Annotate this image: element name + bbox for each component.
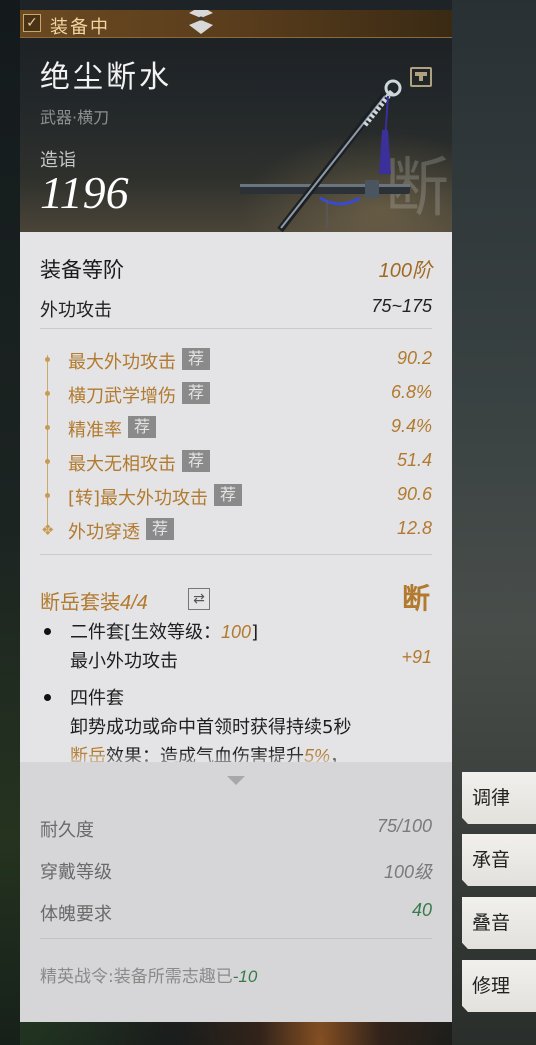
stat-value: 9.4% — [390, 416, 432, 436]
emblem-icon — [186, 10, 216, 36]
bullet-icon — [45, 391, 50, 396]
two-piece-prefix: 二件套[生效等级： — [70, 622, 222, 643]
repair-button[interactable]: 修理 — [462, 960, 536, 1012]
stat-value: 51.4 — [396, 450, 432, 470]
bullet-icon — [45, 357, 50, 362]
diamond-icon: ❖ — [41, 521, 55, 539]
set-count: 4/4 — [120, 592, 148, 614]
bullet-icon — [45, 493, 50, 498]
stat-row: 精准率荐 9.4% — [40, 416, 432, 442]
durability-label: 耐久度 — [40, 820, 94, 841]
constitution-label: 体魄要求 — [40, 904, 112, 925]
base-attack-value: 75~175 — [371, 296, 432, 316]
wear-level-value: 100级 — [383, 862, 432, 882]
recommend-tag: 荐 — [146, 518, 175, 540]
item-type: 武器·横刀 — [40, 108, 110, 127]
elite-order-note: 精英战令:装备所需志趣已-10 — [40, 962, 257, 987]
stat-label: 最大外功攻击 — [68, 352, 176, 373]
stat-value: 90.2 — [396, 348, 432, 368]
weapon-image: 断 — [240, 79, 449, 232]
two-piece-suffix: ] — [251, 622, 259, 643]
two-piece-value: +91 — [401, 647, 432, 667]
stat-row: 最大无相攻击荐 51.4 — [40, 450, 432, 476]
tune-button[interactable]: 调律 — [462, 772, 536, 824]
recommend-tag: 荐 — [182, 382, 211, 404]
constitution-value: 40 — [411, 900, 432, 920]
recommend-tag: 荐 — [128, 416, 157, 438]
stat-row: ❖ 外功穿透荐 12.8 — [40, 518, 432, 544]
two-piece-level: 100 — [221, 622, 252, 642]
item-tooltip-panel: ✓ 装备中 绝尘断水 武器·横刀 造诣 1196 断 装备等阶 100阶 外功攻… — [20, 10, 452, 1022]
wear-level-row: 穿戴等级 100级 — [40, 858, 432, 883]
bullet-icon — [44, 628, 51, 635]
durability-row: 耐久度 75/100 — [40, 816, 432, 841]
stack-sound-button[interactable]: 叠音 — [462, 897, 536, 949]
equipped-label: 装备中 — [50, 17, 110, 38]
base-attack-row: 外功攻击 75~175 — [40, 296, 432, 321]
stat-row: 最大外功攻击荐 90.2 — [40, 348, 432, 374]
grade-row: 装备等阶 100阶 — [40, 254, 432, 282]
stat-row: [转]最大外功攻击荐 90.6 — [40, 484, 432, 510]
swap-icon[interactable]: ⇄ — [188, 588, 210, 610]
base-attack-label: 外功攻击 — [40, 300, 112, 321]
four-piece-line1: 卸势成功或命中首领时获得持续5秒 — [70, 717, 352, 738]
elite-order-text: 精英战令:装备所需志趣已 — [40, 967, 233, 987]
recommend-tag: 荐 — [214, 484, 243, 506]
divider — [40, 938, 432, 939]
divider — [40, 328, 432, 329]
inherit-sound-button[interactable]: 承音 — [462, 834, 536, 886]
divider — [40, 554, 432, 555]
recommend-tag: 荐 — [182, 348, 211, 370]
two-piece-title: 二件套[生效等级：100] — [70, 618, 258, 644]
bullet-icon — [44, 694, 51, 701]
stat-value: 12.8 — [396, 518, 432, 538]
stat-label: 精准率 — [68, 420, 122, 441]
item-name: 绝尘断水 — [40, 60, 172, 95]
item-header: ✓ 装备中 绝尘断水 武器·横刀 造诣 1196 断 — [20, 10, 452, 232]
stat-value: 90.6 — [396, 484, 432, 504]
scroll-down-icon[interactable] — [227, 776, 245, 785]
bullet-icon — [45, 425, 50, 430]
durability-value: 75/100 — [376, 816, 432, 836]
set-name: 断岳套装 — [40, 590, 120, 614]
wear-level-label: 穿戴等级 — [40, 862, 112, 883]
four-piece-title: 四件套 — [70, 688, 124, 709]
stat-label: 横刀武学增伤 — [68, 386, 176, 407]
background-right — [452, 0, 536, 1045]
equipped-bar: ✓ 装备中 — [20, 10, 452, 38]
elite-order-value: -10 — [232, 967, 258, 986]
grade-label: 装备等阶 — [40, 258, 124, 282]
stat-label: [转]最大外功攻击 — [68, 488, 209, 509]
stat-label: 最大无相攻击 — [68, 454, 176, 475]
constitution-row: 体魄要求 40 — [40, 900, 432, 925]
stat-value: 6.8% — [390, 382, 432, 402]
two-piece-stat: 最小外功攻击 — [70, 651, 178, 672]
recommend-tag: 荐 — [182, 450, 211, 472]
stat-label: 外功穿透 — [68, 522, 140, 543]
svg-text:断: 断 — [402, 582, 430, 614]
background-left — [0, 0, 20, 1045]
set-title: 断岳套装4/4 — [40, 586, 148, 615]
set-emblem-icon: 断 — [402, 582, 430, 614]
stat-row: 横刀武学增伤荐 6.8% — [40, 382, 432, 408]
bullet-icon — [45, 459, 50, 464]
grade-value: 100阶 — [378, 260, 432, 282]
score-value: 1196 — [40, 167, 129, 218]
check-icon: ✓ — [23, 14, 41, 32]
